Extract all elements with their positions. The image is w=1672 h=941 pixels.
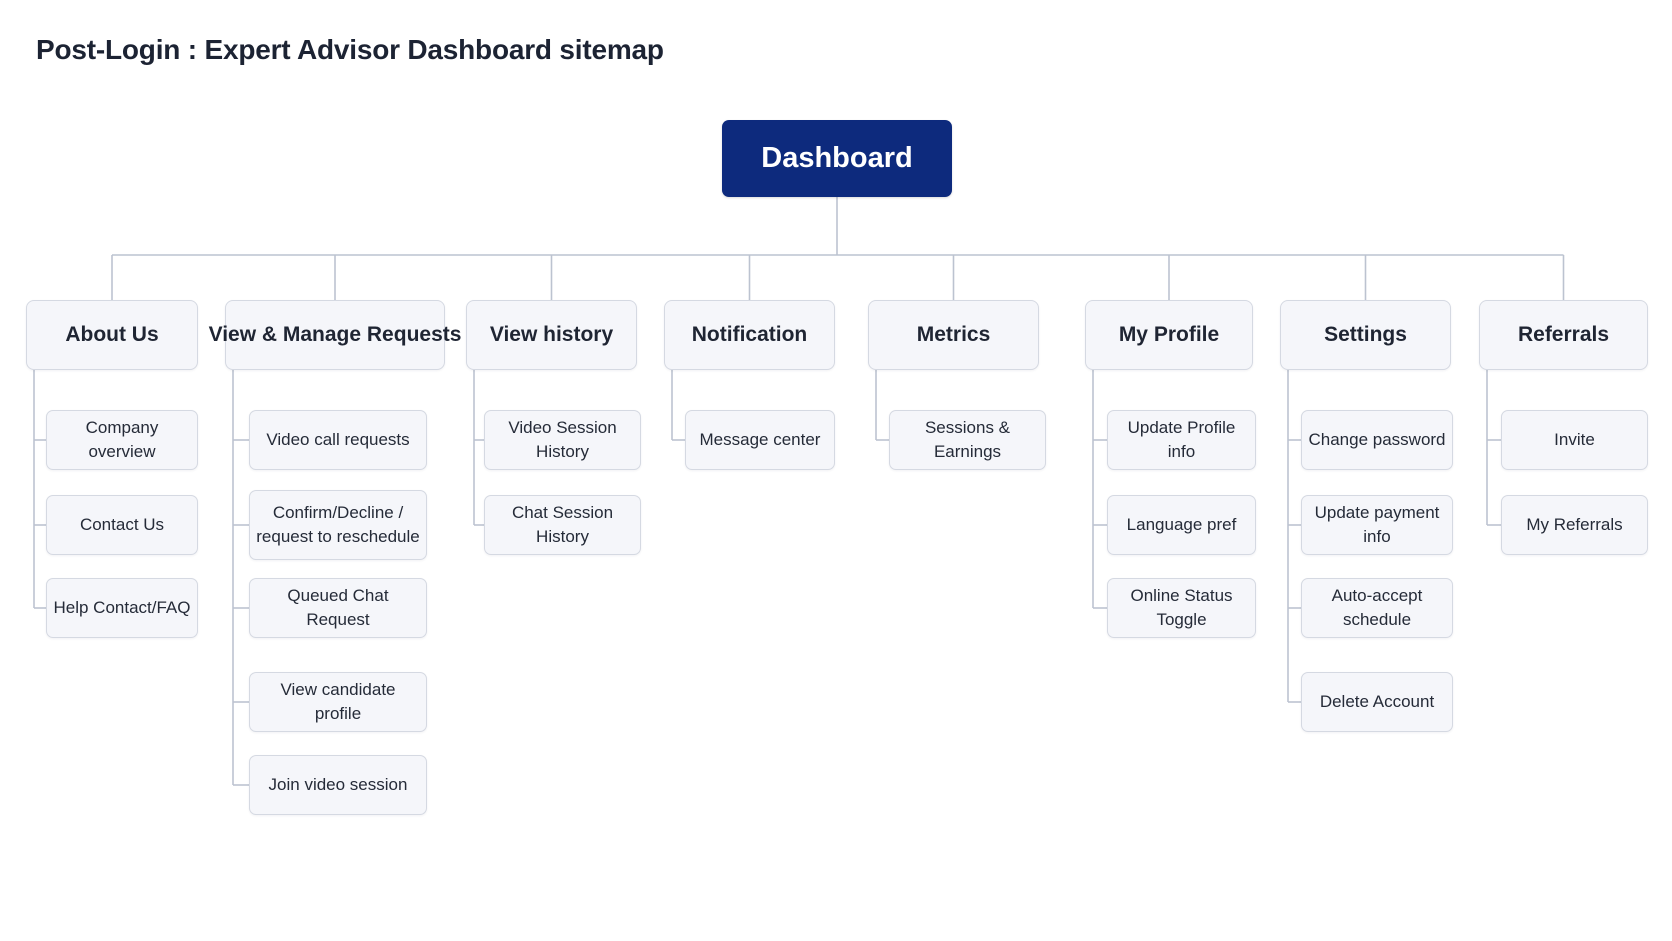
section-settings[interactable]: Settings <box>1280 300 1451 370</box>
page-queued-chat-request[interactable]: Queued Chat Request <box>249 578 427 638</box>
page-company-overview[interactable]: Company overview <box>46 410 198 470</box>
section-about-us[interactable]: About Us <box>26 300 198 370</box>
page-view-candidate-profile[interactable]: View candidate profile <box>249 672 427 732</box>
page-my-referrals[interactable]: My Referrals <box>1501 495 1648 555</box>
section-metrics[interactable]: Metrics <box>868 300 1039 370</box>
page-help-contact-faq[interactable]: Help Contact/FAQ <box>46 578 198 638</box>
page-language-pref[interactable]: Language pref <box>1107 495 1256 555</box>
page-change-password[interactable]: Change password <box>1301 410 1453 470</box>
page-online-status-toggle[interactable]: Online Status Toggle <box>1107 578 1256 638</box>
page-sessions-and-earnings[interactable]: Sessions & Earnings <box>889 410 1046 470</box>
section-view-and-manage-requests[interactable]: View & Manage Requests <box>209 300 461 370</box>
page-video-session-history[interactable]: Video Session History <box>484 410 641 470</box>
page-update-profile-info[interactable]: Update Profile info <box>1107 410 1256 470</box>
page-video-call-requests[interactable]: Video call requests <box>249 410 427 470</box>
page-delete-account[interactable]: Delete Account <box>1301 672 1453 732</box>
page-join-video-session[interactable]: Join video session <box>249 755 427 815</box>
page-chat-session-history[interactable]: Chat Session History <box>484 495 641 555</box>
page-auto-accept-schedule[interactable]: Auto-accept schedule <box>1301 578 1453 638</box>
section-referrals[interactable]: Referrals <box>1479 300 1648 370</box>
page-update-payment-info[interactable]: Update payment info <box>1301 495 1453 555</box>
section-my-profile[interactable]: My Profile <box>1085 300 1253 370</box>
dashboard-root-node[interactable]: Dashboard <box>722 120 952 197</box>
section-notification[interactable]: Notification <box>664 300 835 370</box>
page-confirm-decline-request-to-reschedule[interactable]: Confirm/Decline / request to reschedule <box>249 490 427 560</box>
page-invite[interactable]: Invite <box>1501 410 1648 470</box>
page-message-center[interactable]: Message center <box>685 410 835 470</box>
page-contact-us[interactable]: Contact Us <box>46 495 198 555</box>
section-view-history[interactable]: View history <box>466 300 637 370</box>
